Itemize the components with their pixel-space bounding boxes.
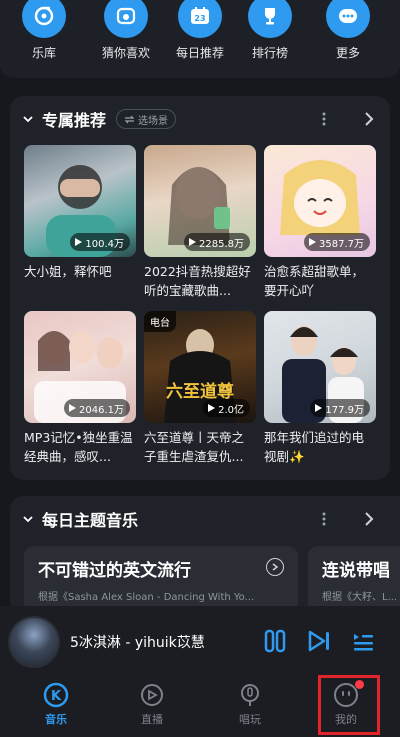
playlist-title: 大小姐，释怀吧 bbox=[24, 264, 112, 279]
playlist-card[interactable]: 2046.1万 MP3记忆•独坐重温经典曲，感叹... bbox=[24, 311, 136, 466]
music-library-icon bbox=[22, 0, 66, 38]
playlist-card[interactable]: 3587.7万 治愈系超甜歌单，要开心吖 bbox=[264, 145, 376, 300]
theme-card[interactable]: 不可错过的英文流行 根据《Sasha Alex Sloan - Dancing … bbox=[24, 546, 298, 612]
next-track-icon bbox=[308, 630, 329, 652]
play-icon bbox=[309, 238, 316, 246]
category-label: 乐库 bbox=[31, 46, 56, 60]
section-header: 专属推荐 选场景 bbox=[22, 108, 177, 130]
playlist-title: 六至道尊丨天帝之子重生虐渣复仇... bbox=[144, 430, 245, 464]
section-arrow-icon[interactable] bbox=[362, 508, 376, 530]
theme-title: 连说带唱 bbox=[322, 561, 390, 581]
nav-live[interactable]: 直播 bbox=[122, 678, 182, 727]
play-count-badge: 100.4万 bbox=[70, 233, 130, 251]
album-art[interactable] bbox=[8, 616, 60, 668]
highlight-box bbox=[318, 675, 380, 735]
playlist-cover: 六至道尊 电台 2.0亿 bbox=[144, 311, 256, 423]
more-icon bbox=[326, 0, 370, 38]
playlist-cover: 2046.1万 bbox=[24, 311, 136, 423]
playlist-card[interactable]: 2285.8万 2022抖音热搜超好听的宝藏歌曲... bbox=[144, 145, 256, 300]
live-icon bbox=[139, 682, 165, 708]
switch-icon bbox=[124, 115, 135, 123]
play-icon bbox=[189, 238, 196, 246]
section-arrow-icon[interactable] bbox=[362, 108, 376, 130]
svg-text:K: K bbox=[51, 689, 62, 704]
nav-label: 直播 bbox=[141, 713, 163, 726]
category-label: 猜你喜欢 bbox=[101, 46, 150, 60]
playlist-icon bbox=[354, 634, 373, 651]
chevron-down-icon[interactable] bbox=[22, 113, 34, 125]
play-count-badge: 2046.1万 bbox=[64, 399, 130, 417]
daily-theme-section: 每日主题音乐 不可错过的英文流行 根据《Sasha Alex Sloan - D… bbox=[10, 496, 400, 616]
calendar-icon: 23 bbox=[178, 0, 222, 38]
play-count-badge: 2285.8万 bbox=[184, 233, 250, 251]
theme-card[interactable]: 连说带唱 根据《大籽、L... bbox=[308, 546, 400, 612]
choose-scene-label: 选场景 bbox=[138, 115, 169, 127]
nav-label: 音乐 bbox=[45, 713, 67, 726]
play-count-badge: 2.0亿 bbox=[203, 399, 250, 417]
playlist-cover: 3587.7万 bbox=[264, 145, 376, 257]
mini-player[interactable]: 5冰淇淋 - yihuik苡慧 bbox=[0, 606, 400, 678]
trophy-icon bbox=[248, 0, 292, 38]
exclusive-recommend-section: 专属推荐 选场景 100.4万 大小姐，释怀吧 2285.8万 2022抖音热搜… bbox=[10, 96, 390, 480]
playlist-button[interactable] bbox=[350, 628, 376, 658]
playlist-title: 2022抖音热搜超好听的宝藏歌曲... bbox=[144, 264, 251, 298]
playlist-title: MP3记忆•独坐重温经典曲，感叹... bbox=[24, 430, 133, 464]
play-icon bbox=[75, 238, 83, 246]
theme-title: 不可错过的英文流行 bbox=[38, 561, 191, 581]
guess-like-icon bbox=[104, 0, 148, 38]
pause-icon bbox=[264, 629, 286, 653]
play-circle-icon[interactable] bbox=[266, 558, 284, 576]
section-header: 每日主题音乐 bbox=[22, 508, 138, 530]
category-label: 更多 bbox=[335, 46, 360, 60]
radio-tag: 电台 bbox=[144, 311, 176, 332]
playlist-title: 治愈系超甜歌单，要开心吖 bbox=[264, 264, 365, 298]
chevron-down-icon[interactable] bbox=[22, 513, 34, 525]
pause-button[interactable] bbox=[262, 628, 288, 658]
now-playing-text: 5冰淇淋 - yihuik苡慧 bbox=[70, 635, 205, 651]
svg-text:23: 23 bbox=[194, 14, 205, 23]
play-count-badge: 177.9万 bbox=[310, 399, 370, 417]
play-icon bbox=[208, 404, 216, 412]
playlist-cover: 100.4万 bbox=[24, 145, 136, 257]
playlist-title: 那年我们追过的电视剧✨ bbox=[264, 430, 365, 464]
category-guess-like[interactable]: 猜你喜欢 bbox=[96, 0, 156, 61]
playlist-cover: 2285.8万 bbox=[144, 145, 256, 257]
play-icon bbox=[69, 404, 76, 412]
section-more-icon[interactable] bbox=[318, 108, 330, 130]
playlist-cover: 177.9万 bbox=[264, 311, 376, 423]
category-music-library[interactable]: 乐库 bbox=[14, 0, 74, 61]
category-label: 每日推荐 bbox=[175, 46, 224, 60]
playlist-card[interactable]: 100.4万 大小姐，释怀吧 bbox=[24, 145, 136, 300]
category-row: 乐库 猜你喜欢 23 每日推荐 排行榜 更多 bbox=[0, 0, 400, 78]
play-count-badge: 3587.7万 bbox=[304, 233, 370, 251]
mic-icon bbox=[237, 682, 263, 708]
section-title: 每日主题音乐 bbox=[42, 511, 139, 530]
section-more-icon[interactable] bbox=[318, 508, 330, 530]
nav-label: 唱玩 bbox=[239, 713, 261, 726]
music-k-icon: K bbox=[43, 682, 69, 708]
category-daily-recommend[interactable]: 23 每日推荐 bbox=[170, 0, 230, 61]
theme-subtitle: 根据《Sasha Alex Sloan - Dancing With Yo... bbox=[38, 592, 255, 603]
playlist-card[interactable]: 六至道尊 电台 2.0亿 六至道尊丨天帝之子重生虐渣复仇... bbox=[144, 311, 256, 466]
play-icon bbox=[315, 404, 323, 412]
section-title: 专属推荐 bbox=[42, 111, 107, 130]
category-more[interactable]: 更多 bbox=[318, 0, 378, 61]
choose-scene-button[interactable]: 选场景 bbox=[116, 109, 177, 129]
category-charts[interactable]: 排行榜 bbox=[240, 0, 300, 61]
category-label: 排行榜 bbox=[251, 46, 288, 60]
playlist-card[interactable]: 177.9万 那年我们追过的电视剧✨ bbox=[264, 311, 376, 466]
nav-music[interactable]: K 音乐 bbox=[26, 678, 86, 727]
theme-subtitle: 根据《大籽、L... bbox=[322, 592, 398, 603]
next-button[interactable] bbox=[306, 628, 332, 658]
nav-sing[interactable]: 唱玩 bbox=[220, 678, 280, 727]
